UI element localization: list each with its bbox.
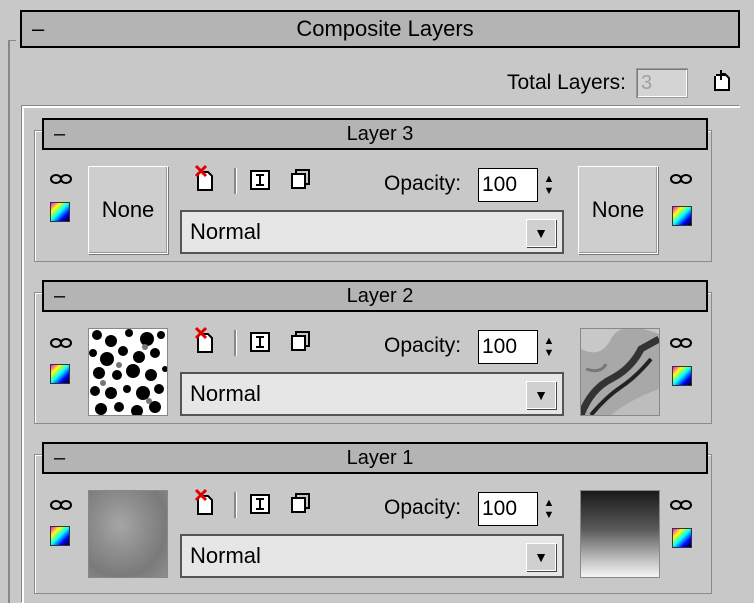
layer-3-duplicate-icon[interactable]	[290, 168, 312, 194]
layer-2-opacity-label: Opacity:	[384, 334, 462, 357]
layer-3-separator	[234, 168, 237, 194]
layer-2-opacity-input[interactable]: 100	[478, 330, 538, 364]
layer-2-delete-icon[interactable]	[194, 326, 218, 358]
total-layers-row: Total Layers: 3	[507, 68, 734, 98]
layer-3-left-link-icon[interactable]	[50, 170, 72, 190]
layer-1-duplicate-icon[interactable]	[290, 492, 312, 518]
layer-3-title: Layer 3	[346, 122, 414, 145]
layer-3-blend-mode-select[interactable]: Normal ▼	[180, 210, 564, 254]
layer-2-duplicate-icon[interactable]	[290, 330, 312, 356]
composite-layers-rollout[interactable]: – Composite Layers	[20, 10, 740, 48]
layer-1-opacity-label: Opacity:	[384, 496, 462, 519]
rollout-frame	[8, 40, 16, 603]
layer-1-texture-thumbnail[interactable]	[88, 490, 168, 578]
layer-1-collapse-icon[interactable]: –	[44, 448, 94, 468]
layer-3-left-material-icon[interactable]	[50, 202, 70, 222]
rollout-collapse-icon[interactable]: –	[22, 18, 72, 40]
layer-3-opacity-input[interactable]: 100	[478, 168, 538, 202]
layer-2-texture-thumbnail[interactable]	[88, 328, 168, 417]
layer-1-right-link-icon[interactable]	[670, 496, 692, 516]
layer-1-header[interactable]: – Layer 1	[42, 442, 708, 474]
layer-3-visibility-toggle-icon[interactable]	[250, 170, 270, 194]
total-layers-label: Total Layers:	[506, 71, 626, 94]
layer-2-header[interactable]: – Layer 2	[42, 280, 708, 312]
layer-2-left-material-icon[interactable]	[50, 364, 70, 384]
layer-2-dropdown-arrow-icon[interactable]: ▼	[526, 381, 556, 409]
layer-1-dropdown-arrow-icon[interactable]: ▼	[526, 543, 556, 571]
layer-2-blend-mode-select[interactable]: Normal ▼	[180, 372, 564, 416]
add-layer-icon[interactable]	[712, 68, 734, 98]
layer-2-right-material-icon[interactable]	[672, 366, 692, 386]
layer-1-title: Layer 1	[346, 446, 414, 469]
layer-2-right-link-icon[interactable]	[670, 334, 692, 354]
layer-1-mask-thumbnail[interactable]	[580, 490, 660, 578]
layer-1-right-material-icon[interactable]	[672, 528, 692, 548]
layer-3-texture-label: None	[101, 197, 155, 222]
layer-3-collapse-icon[interactable]: –	[44, 124, 94, 144]
layer-1-left-link-icon[interactable]	[50, 496, 72, 516]
layer-1-blend-mode-select[interactable]: Normal ▼	[180, 534, 564, 578]
layer-3-header[interactable]: – Layer 3	[42, 118, 708, 150]
layer-1-blend-mode-value: Normal	[190, 543, 261, 568]
layer-2-blend-mode-value: Normal	[190, 381, 261, 406]
layer-1-separator	[234, 492, 237, 518]
layer-2-collapse-icon[interactable]: –	[44, 286, 94, 306]
layer-3-delete-icon[interactable]	[194, 164, 218, 196]
layer-3-opacity-label: Opacity:	[384, 172, 462, 195]
layer-2-visibility-toggle-icon[interactable]	[250, 332, 270, 356]
total-layers-field: 3	[636, 68, 688, 98]
layer-2-mask-thumbnail[interactable]	[577, 327, 661, 417]
layer-1-opacity-spinner-icon[interactable]: ▲ ▼	[538, 492, 560, 526]
layer-3-opacity-spinner-icon[interactable]: ▲ ▼	[538, 168, 560, 202]
layer-2-separator	[234, 330, 237, 356]
layer-3-blend-mode-value: Normal	[190, 219, 261, 244]
layer-1-visibility-toggle-icon[interactable]	[250, 494, 270, 518]
layer-3-right-material-icon[interactable]	[672, 206, 692, 226]
layer-2-title: Layer 2	[346, 284, 414, 307]
layer-3-right-link-icon[interactable]	[670, 170, 692, 190]
layer-2-opacity-spinner-icon[interactable]: ▲ ▼	[538, 330, 560, 364]
rollout-title: Composite Layers	[296, 16, 474, 41]
layer-1-delete-icon[interactable]	[194, 488, 218, 520]
layer-3-mask-label: None	[591, 197, 645, 222]
layer-1-left-material-icon[interactable]	[50, 526, 70, 546]
layer-3-dropdown-arrow-icon[interactable]: ▼	[526, 219, 556, 247]
layer-1-opacity-input[interactable]: 100	[478, 492, 538, 526]
layer-2-left-link-icon[interactable]	[50, 334, 72, 354]
layer-3-texture-button[interactable]: None	[88, 166, 168, 254]
layer-3-mask-button[interactable]: None	[578, 166, 658, 254]
